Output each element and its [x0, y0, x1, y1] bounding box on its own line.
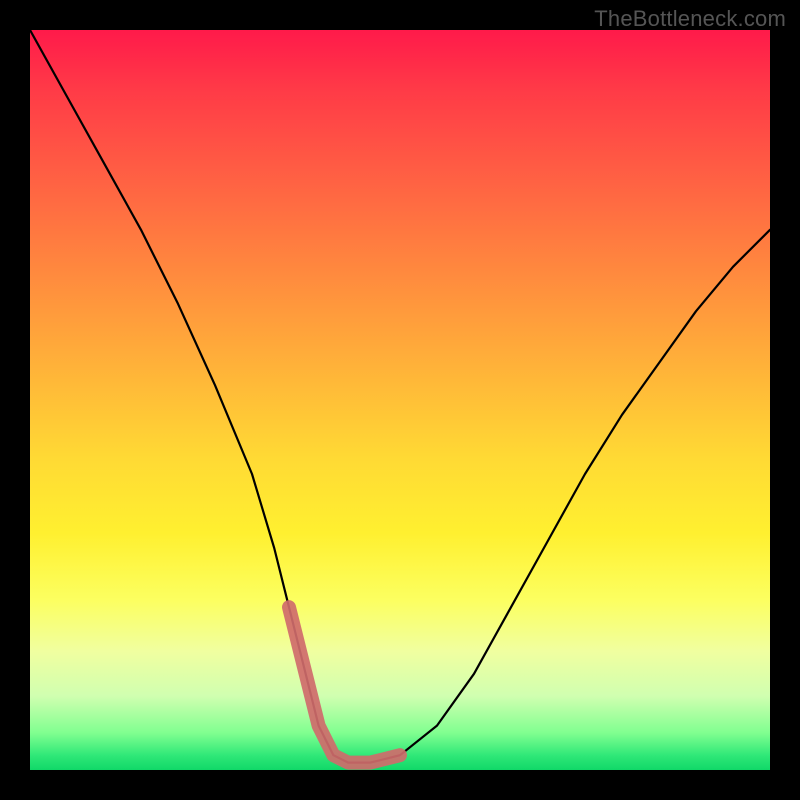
bottleneck-curve-path [30, 30, 770, 763]
plot-area [30, 30, 770, 770]
optimal-zone-highlight [289, 607, 400, 762]
watermark-text: TheBottleneck.com [594, 6, 786, 32]
curve-overlay [30, 30, 770, 770]
